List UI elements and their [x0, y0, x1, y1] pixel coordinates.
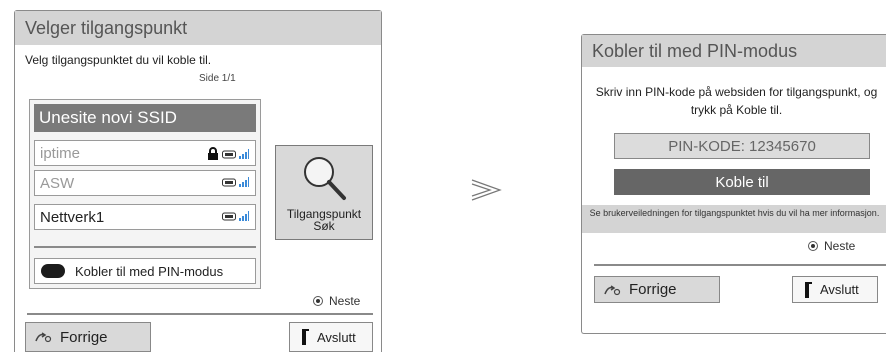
remote-back-icon: [604, 284, 621, 295]
double-chevron-right-icon: [471, 179, 502, 201]
back-label: Forrige: [60, 328, 108, 346]
access-point-search-button[interactable]: Tilgangspunkt Søk: [275, 145, 373, 240]
pin-code-field: PIN-KODE: 12345670: [614, 133, 870, 159]
next-hint: Neste: [313, 294, 360, 308]
pin-mode-button[interactable]: Kobler til med PIN-modus: [34, 258, 256, 284]
transition-arrow: [470, 178, 502, 207]
footer-divider: [594, 264, 886, 266]
ap-name: Nettverk1: [40, 208, 105, 226]
select-access-point-dialog: Velger tilgangspunkt Velg tilgangspunkte…: [14, 10, 382, 352]
search-button-label-line2: Søk: [313, 219, 335, 233]
dialog-title: Velger tilgangspunkt: [15, 11, 381, 45]
pin-mode-label: Kobler til med PIN-modus: [75, 263, 224, 279]
next-hint: Neste: [808, 239, 855, 253]
next-label: Neste: [824, 239, 856, 253]
lock-icon: [208, 147, 218, 160]
search-icon: [304, 157, 346, 200]
back-label: Forrige: [629, 281, 677, 298]
select-prompt: Velg tilgangspunktet du vil koble til.: [25, 53, 212, 67]
dialog-title: Kobler til med PIN-modus: [582, 35, 886, 67]
router-icon: [222, 150, 236, 158]
exit-button[interactable]: Avslutt: [289, 322, 373, 352]
exit-bracket-icon: [805, 281, 812, 298]
router-icon: [222, 212, 236, 221]
signal-icon: [239, 148, 249, 159]
footer-divider: [27, 313, 373, 315]
ap-item-new-ssid[interactable]: Unesite novi SSID: [34, 104, 256, 132]
blue-key-icon: [41, 264, 65, 278]
exit-label: Avslutt: [317, 329, 356, 345]
remote-back-icon: [35, 332, 52, 343]
router-icon: [222, 178, 236, 187]
ap-name: ASW: [40, 174, 75, 192]
next-label: Neste: [329, 294, 361, 308]
access-point-list: Unesite novi SSID iptime ASW Nettverk1 K…: [29, 99, 261, 289]
ap-item-nettverk1[interactable]: Nettverk1: [34, 204, 256, 230]
radio-icon: [808, 241, 818, 251]
exit-label: Avslutt: [820, 282, 859, 297]
ap-item-iptime[interactable]: iptime: [34, 140, 256, 166]
radio-icon: [313, 296, 323, 306]
signal-icon: [239, 177, 249, 187]
list-divider: [34, 246, 256, 248]
exit-bracket-icon: [302, 329, 309, 345]
page-indicator: Side 1/1: [199, 73, 236, 84]
help-text: Se brukerveiledningen for tilgangspunkte…: [582, 205, 886, 233]
pin-instruction: Skriv inn PIN-kode på websiden for tilga…: [595, 85, 878, 117]
back-button[interactable]: Forrige: [25, 322, 151, 352]
exit-button[interactable]: Avslutt: [792, 276, 878, 303]
signal-icon: [239, 211, 249, 221]
connect-button[interactable]: Koble til: [614, 169, 870, 195]
ap-name: iptime: [40, 144, 81, 162]
back-button[interactable]: Forrige: [594, 276, 720, 303]
pin-mode-dialog: Kobler til med PIN-modus Skriv inn PIN-k…: [581, 34, 886, 334]
ap-item-asw[interactable]: ASW: [34, 170, 256, 196]
